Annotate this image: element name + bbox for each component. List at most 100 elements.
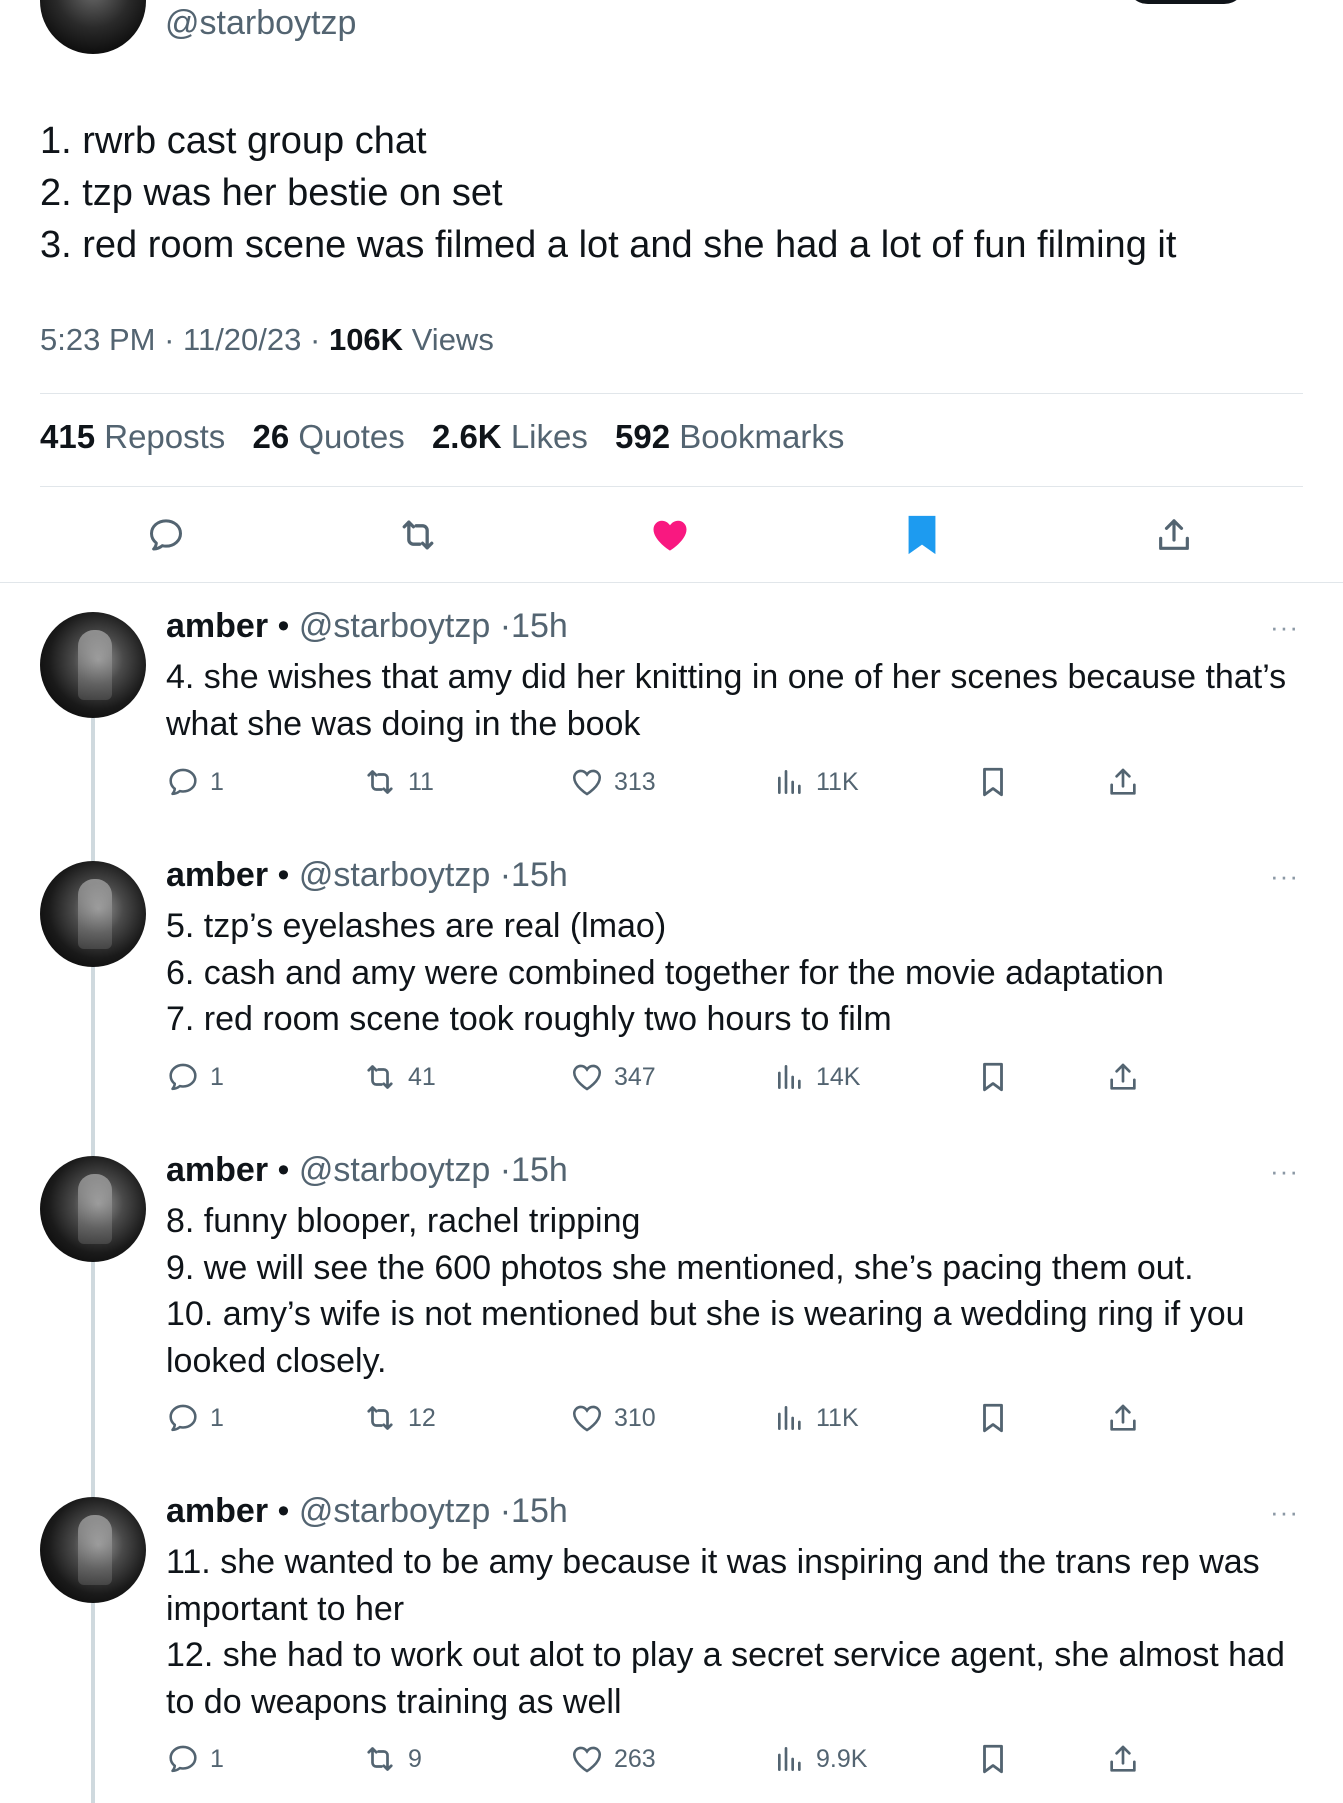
views-button[interactable]: 9.9K [774,1739,867,1779]
likes-stat[interactable]: 2.6K Likes [432,418,588,455]
repost-button[interactable]: 12 [362,1398,436,1438]
bookmark-icon [983,767,1003,797]
reply-button[interactable] [136,505,196,565]
views-icon [778,770,801,794]
tweet-meta: 5:23 PM · 11/20/23 · 106K Views [40,322,494,358]
reply-line: 5. tzp’s eyelashes are real (lmao) [166,907,667,945]
more-options-button[interactable]: ··· [1270,612,1299,643]
repost-count: 11 [408,767,434,796]
repost-icon [367,770,393,794]
author-handle[interactable]: @starboytzp [165,4,356,43]
repost-button[interactable]: 9 [362,1739,422,1779]
bookmark-button[interactable] [978,1057,1008,1097]
reply-author-name[interactable]: amber [166,1492,268,1530]
tweet-date[interactable]: 11/20/23 [183,322,301,357]
like-button[interactable]: 310 [570,1398,656,1438]
reply-line: 8. funny blooper, rachel tripping [166,1202,641,1240]
reply-actions: 1 41 347 14K [166,1057,1176,1097]
repost-button[interactable] [388,505,448,565]
reposts-count: 415 [40,418,96,455]
reply-icon [169,1404,197,1432]
share-icon [1159,519,1189,550]
like-button[interactable] [640,505,700,565]
reply-icon [169,768,197,796]
quotes-stat[interactable]: 26 Quotes [252,418,404,455]
share-icon [1110,768,1136,795]
reply-header: amber • @starboytzp ·15h [166,1151,568,1190]
bookmark-button[interactable] [978,1398,1008,1438]
reply-actions: 1 11 313 11K [166,762,1176,802]
views-button[interactable]: 11K [774,762,859,802]
reply-line: 10. amy’s wife is not mentioned but she … [166,1295,1245,1380]
reply-avatar[interactable] [40,612,146,718]
reply-icon [169,1745,197,1773]
bookmark-button[interactable] [978,762,1008,802]
reply-author-handle[interactable]: @starboytzp [299,856,490,894]
meta-separator: · [499,856,512,894]
reply-time[interactable]: 15h [511,1492,568,1530]
repost-count: 41 [408,1062,436,1091]
bookmark-button[interactable] [892,505,952,565]
tweet-line: 3. red room scene was filmed a lot and s… [40,224,1177,266]
reply-button[interactable]: 1 [166,1057,224,1097]
author-avatar[interactable] [40,0,146,54]
divider [0,582,1343,583]
view-count: 11K [816,1403,859,1432]
tweet-time[interactable]: 5:23 PM [40,322,155,357]
bookmark-icon [983,1744,1003,1774]
reply-button[interactable]: 1 [166,762,224,802]
reply-time[interactable]: 15h [511,1151,568,1189]
reply-line: 11. she wanted to be amy because it was … [166,1543,1260,1628]
view-count: 11K [816,767,859,796]
reply-avatar[interactable] [40,1497,146,1603]
reply-author-handle[interactable]: @starboytzp [299,1492,490,1530]
heart-icon [572,1064,602,1091]
like-button[interactable]: 313 [570,762,656,802]
share-button[interactable] [1106,1739,1140,1779]
reply-button[interactable]: 1 [166,1398,224,1438]
reply-author-name[interactable]: amber [166,1151,268,1189]
share-button[interactable] [1106,1057,1140,1097]
like-button[interactable]: 263 [570,1739,656,1779]
divider [40,393,1303,394]
reply-icon [169,1063,197,1091]
reply-time[interactable]: 15h [511,856,568,894]
reply-time[interactable]: 15h [511,607,568,645]
reply-avatar[interactable] [40,1156,146,1262]
more-options-button[interactable]: ··· [1270,1497,1299,1528]
view-count: 9.9K [816,1744,868,1773]
reply-header: amber • @starboytzp ·15h [166,607,568,646]
reposts-stat[interactable]: 415 Reposts [40,418,225,455]
repost-button[interactable]: 41 [362,1057,436,1097]
share-button[interactable] [1144,505,1204,565]
views-button[interactable]: 11K [774,1398,859,1438]
share-button[interactable] [1106,1398,1140,1438]
bookmarks-count: 592 [615,418,671,455]
views-button[interactable]: 14K [774,1057,860,1097]
follow-button[interactable] [1126,0,1246,4]
reply-author-name[interactable]: amber [166,607,268,645]
bookmarks-stat[interactable]: 592 Bookmarks [615,418,844,455]
reply-author-name[interactable]: amber [166,856,268,894]
like-button[interactable]: 347 [570,1057,656,1097]
heart-icon [572,1746,602,1773]
meta-separator: · [499,607,512,645]
bookmark-button[interactable] [978,1739,1008,1779]
like-count: 263 [614,1744,656,1773]
like-icon [653,520,687,551]
bookmark-icon [983,1403,1003,1433]
name-separator: • [277,1151,290,1189]
reply-author-handle[interactable]: @starboytzp [299,607,490,645]
reply-actions: 1 12 310 11K [166,1398,1176,1438]
repost-button[interactable]: 11 [362,762,434,802]
reply-author-handle[interactable]: @starboytzp [299,1151,490,1189]
reply-button[interactable]: 1 [166,1739,224,1779]
more-options-button[interactable]: ··· [1270,1156,1299,1187]
reply-count: 1 [210,1062,224,1091]
share-button[interactable] [1106,762,1140,802]
meta-separator: · [499,1151,512,1189]
more-options-button[interactable]: ··· [1270,861,1299,892]
reply-avatar[interactable] [40,861,146,967]
reply-text: 11. she wanted to be amy because it was … [166,1539,1316,1725]
reply-count: 1 [210,1744,224,1773]
